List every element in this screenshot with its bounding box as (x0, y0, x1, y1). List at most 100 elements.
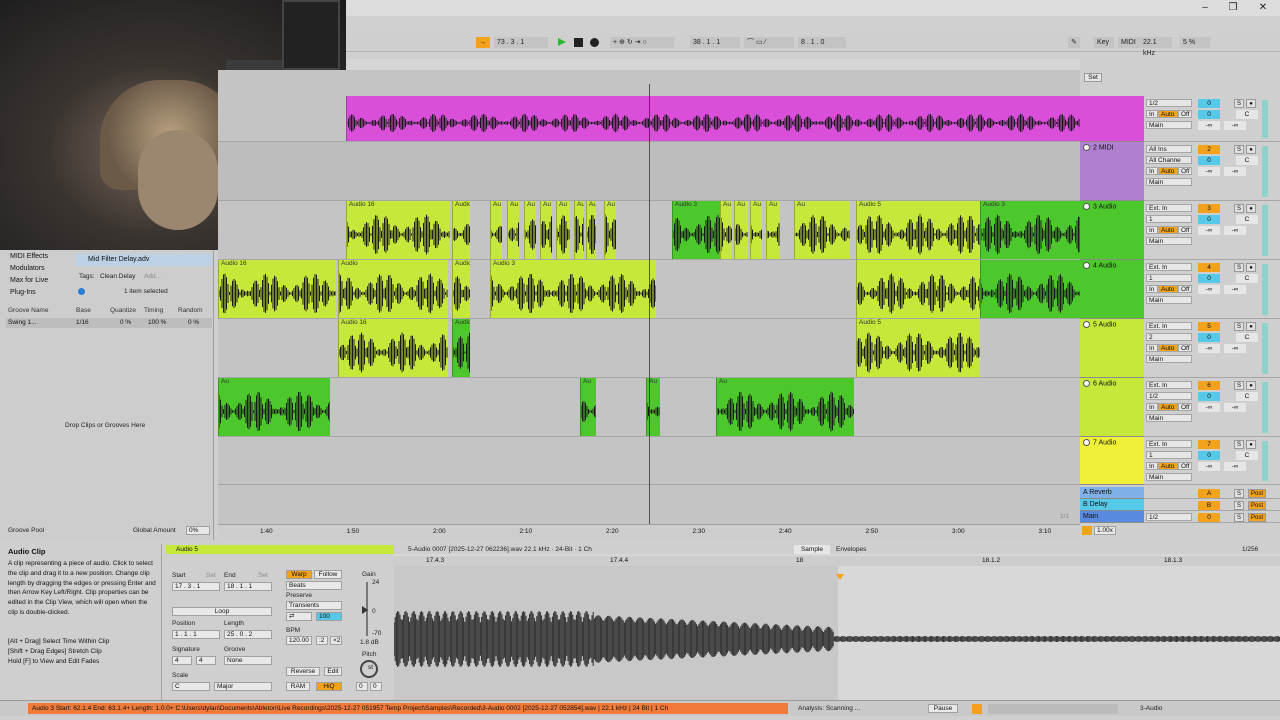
zoom-level[interactable]: 1.00x (1094, 526, 1116, 535)
pan-value[interactable]: C (1236, 333, 1258, 342)
solo-button[interactable]: S (1234, 99, 1244, 108)
double-tempo-button[interactable]: ×2 (330, 636, 342, 645)
output-select[interactable]: Main (1146, 414, 1192, 422)
groove-quantize[interactable]: 0 % (120, 318, 131, 328)
draw-mode-buttons[interactable]: ⌒ ▭ ⁄ (744, 37, 794, 48)
arm-button[interactable]: ● (1246, 99, 1256, 108)
return-track-header[interactable]: B Delay (1080, 499, 1144, 511)
loop-button[interactable]: Loop (172, 607, 272, 616)
track-volume[interactable]: 0 (1198, 274, 1220, 283)
output-select[interactable]: Main (1146, 237, 1192, 245)
transport-options[interactable]: + ⊕ ↻ ⇥ ○ (610, 37, 674, 48)
return-activator[interactable]: A (1198, 489, 1220, 498)
fold-icon[interactable] (1083, 380, 1090, 387)
send-a[interactable]: -∞ (1198, 121, 1220, 130)
output-select[interactable]: Main (1146, 178, 1192, 186)
warning-icon[interactable] (972, 704, 982, 714)
pan-value[interactable]: C (1236, 215, 1258, 224)
audio-clip[interactable]: Audio 5 (856, 319, 980, 377)
track-activator[interactable]: 3 (1198, 204, 1220, 213)
send-a[interactable]: -∞ (1198, 462, 1220, 471)
track-activator[interactable]: 5 (1198, 322, 1220, 331)
browser-item-max-for-live[interactable]: Max for Live (10, 277, 48, 284)
audio-clip[interactable]: Audio 3 (672, 201, 720, 259)
solo-button[interactable]: S (1234, 204, 1244, 213)
input-type-select[interactable]: 1/2 (1146, 99, 1192, 107)
input-type-select[interactable]: Ext. In (1146, 440, 1192, 448)
monitor-auto[interactable]: Auto (1158, 110, 1178, 118)
length-field[interactable]: 25 . 0 . 2 (224, 630, 272, 639)
track-header[interactable]: 4 Audio (1080, 260, 1144, 319)
monitor-off[interactable]: Off (1178, 226, 1192, 234)
pan-value[interactable]: C (1236, 392, 1258, 401)
send-b[interactable]: -∞ (1224, 403, 1246, 412)
fold-icon[interactable] (1083, 321, 1090, 328)
sig-numerator[interactable]: 4 (172, 656, 192, 665)
input-channel-select[interactable]: 1 (1146, 215, 1192, 223)
monitor-off[interactable]: Off (1178, 285, 1192, 293)
groove-random[interactable]: 0 % (188, 318, 199, 328)
half-tempo-button[interactable]: :2 (316, 636, 328, 645)
warp-button[interactable]: Warp (286, 570, 312, 579)
pitch-fine[interactable]: 0 (370, 682, 382, 691)
audio-clip[interactable]: Au (507, 201, 519, 259)
arm-button[interactable]: ● (1246, 145, 1256, 154)
arm-button[interactable]: ● (1246, 381, 1256, 390)
audio-clip[interactable]: Audio 3 (980, 201, 1080, 259)
send-a[interactable]: -∞ (1198, 226, 1220, 235)
send-b[interactable]: -∞ (1224, 285, 1246, 294)
fold-icon[interactable] (1083, 144, 1090, 151)
post-button[interactable]: Post (1248, 501, 1266, 510)
audio-clip[interactable] (346, 96, 1080, 141)
audio-clip[interactable]: Audio 3 (490, 260, 656, 318)
sig-denominator[interactable]: 4 (196, 656, 216, 665)
close-button[interactable]: ✕ (1256, 2, 1270, 14)
track-header[interactable]: 7 Audio (1080, 437, 1144, 485)
audio-clip[interactable]: Audio 16 (346, 201, 450, 259)
track-name[interactable]: 4 Audio (1080, 260, 1144, 269)
track-volume[interactable]: 0 (1198, 156, 1220, 165)
pan-value[interactable]: C (1236, 274, 1258, 283)
input-type-select[interactable]: Ext. In (1146, 204, 1192, 212)
input-channel-select[interactable]: 2 (1146, 333, 1192, 341)
hiq-button[interactable]: HiQ (316, 682, 342, 691)
send-a[interactable]: -∞ (1198, 344, 1220, 353)
monitor-in[interactable]: In (1146, 167, 1158, 175)
set-button[interactable]: Set (1084, 73, 1102, 82)
audio-clip[interactable]: Audio (452, 319, 470, 377)
track-volume[interactable]: 0 (1198, 110, 1220, 119)
reverse-button[interactable]: Reverse (286, 667, 320, 676)
follow-toggle[interactable]: → (476, 37, 490, 48)
return-activator[interactable]: B (1198, 501, 1220, 510)
send-b[interactable]: -∞ (1224, 226, 1246, 235)
preserve-select[interactable]: Transients (286, 601, 342, 610)
audio-clip[interactable]: Au (556, 201, 570, 259)
pan-value[interactable]: C (1236, 110, 1258, 119)
pencil-icon[interactable]: ✎ (1068, 37, 1080, 48)
post-button[interactable]: Post (1248, 513, 1266, 522)
track-name[interactable]: 2 MIDI (1080, 142, 1144, 151)
fold-icon[interactable] (1083, 203, 1090, 210)
groove-timing[interactable]: 100 % (148, 318, 166, 328)
monitor-auto[interactable]: Auto (1158, 167, 1178, 175)
audio-clip[interactable]: Au (524, 201, 536, 259)
restore-button[interactable]: ❐ (1226, 2, 1240, 14)
groove-base[interactable]: 1/16 (76, 318, 89, 328)
solo-button[interactable]: S (1234, 145, 1244, 154)
track-volume[interactable]: 0 (1198, 333, 1220, 342)
monitor-in[interactable]: In (1146, 285, 1158, 293)
warp-mode-select[interactable]: Beats (286, 581, 342, 590)
monitor-auto[interactable]: Auto (1158, 226, 1178, 234)
audio-clip[interactable]: Au (490, 201, 502, 259)
monitor-off[interactable]: Off (1178, 462, 1192, 470)
track-name[interactable]: 7 Audio (1080, 437, 1144, 446)
pan-value[interactable]: C (1236, 451, 1258, 460)
track-header[interactable]: 5 Audio (1080, 319, 1144, 378)
return-track-header[interactable]: A Reverb (1080, 487, 1144, 499)
clip-title-bar[interactable]: Audio 5 (166, 545, 394, 554)
output-select[interactable]: Main (1146, 121, 1192, 129)
arrangement-toggle[interactable] (1082, 526, 1092, 535)
audio-clip[interactable]: Au (794, 201, 850, 259)
solo-button[interactable]: S (1234, 501, 1244, 510)
follow-button[interactable]: Follow (314, 570, 342, 579)
